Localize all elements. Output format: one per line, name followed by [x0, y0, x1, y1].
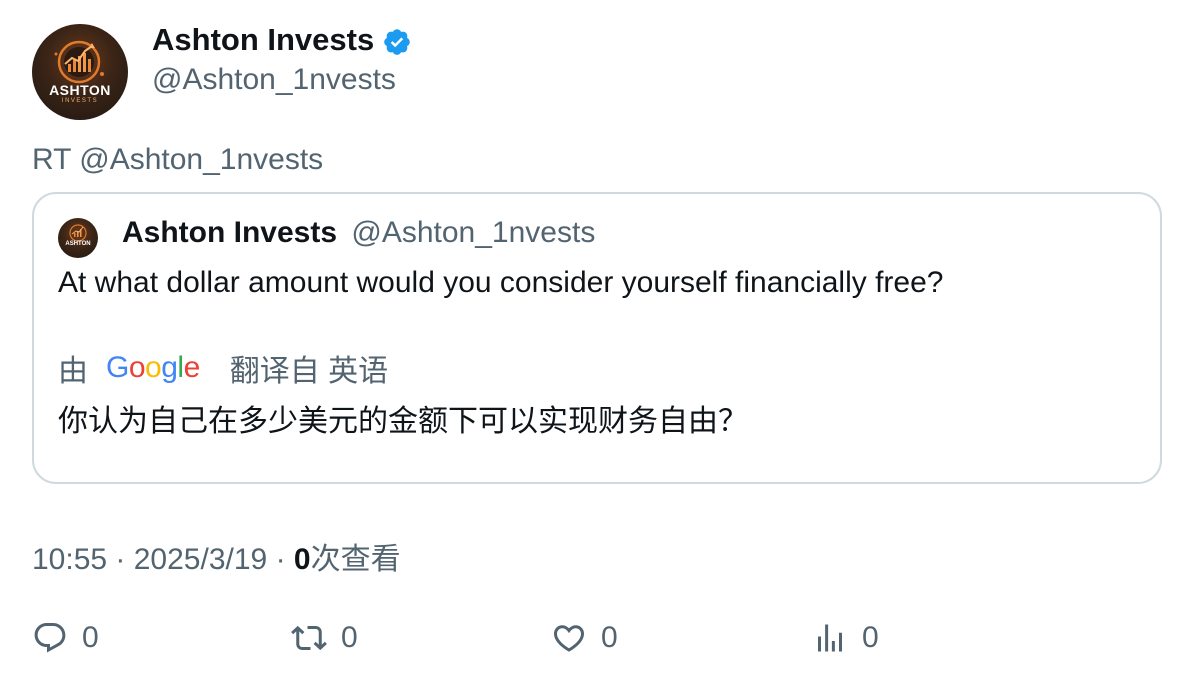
quoted-author-avatar[interactable]: ASHTON — [58, 218, 98, 258]
quoted-avatar-logo-text: ASHTON — [65, 241, 91, 247]
heart-icon — [553, 625, 585, 652]
like-button[interactable]: 0 — [551, 620, 618, 656]
views-count: 0 — [293, 543, 311, 576]
author-handle[interactable]: @Ashton_1nvests — [152, 63, 396, 97]
avatar-logo-text: ASHTON — [49, 82, 111, 98]
author-avatar[interactable]: ASHTON INVESTS — [32, 24, 128, 120]
quoted-avatar-logo-graphic — [69, 224, 87, 242]
retweet-button[interactable]: 0 — [291, 620, 358, 656]
avatar-logo-graphic — [54, 40, 104, 84]
quoted-name-row: Ashton Invests @Ashton_1nvests — [122, 216, 595, 250]
reply-icon — [34, 623, 66, 653]
tweet-date[interactable]: 2025/3/19 — [134, 543, 267, 576]
author-display-name[interactable]: Ashton Invests — [152, 22, 374, 58]
retweet-line: RT @Ashton_1nvests — [32, 143, 324, 176]
meta-separator: · — [115, 543, 134, 576]
views-label: 次查看 — [310, 543, 401, 576]
tweet-time[interactable]: 10:55 — [32, 543, 107, 576]
like-count: 0 — [601, 621, 618, 654]
meta-separator-2: · — [275, 543, 294, 576]
tweet-page: ASHTON INVESTS Ashton Invests @Ashton_1n… — [0, 0, 1196, 686]
quoted-display-name[interactable]: Ashton Invests — [122, 216, 337, 249]
reply-button[interactable]: 0 — [32, 620, 99, 656]
views-action-count: 0 — [862, 621, 879, 654]
author-name-row: Ashton Invests — [152, 22, 412, 58]
quoted-handle[interactable]: @Ashton_1nvests — [351, 216, 595, 249]
translated-from-label: 翻译自 英语 — [229, 355, 389, 388]
analytics-icon — [818, 624, 842, 652]
verified-badge-icon[interactable] — [382, 27, 412, 57]
quoted-tweet-card[interactable]: ASHTON Ashton Invests @Ashton_1nvests At… — [32, 192, 1162, 484]
quoted-tweet-text: At what dollar amount would you consider… — [58, 266, 944, 299]
views-button[interactable]: 0 — [812, 620, 879, 656]
avatar-logo-subtext: INVESTS — [61, 98, 99, 104]
reply-count: 0 — [82, 621, 99, 654]
retweet-icon — [291, 625, 327, 651]
translated-tweet-text: 你认为自己在多少美元的金额下可以实现财务自由？ — [58, 405, 748, 438]
retweet-count: 0 — [341, 621, 358, 654]
google-logo: Google — [106, 351, 200, 384]
translated-by-label: 由 — [58, 355, 88, 388]
translation-attribution[interactable]: 由 Google 翻译自 英语 — [58, 346, 388, 390]
tweet-meta: 10:55 · 2025/3/19 · 0次查看 — [32, 534, 401, 578]
